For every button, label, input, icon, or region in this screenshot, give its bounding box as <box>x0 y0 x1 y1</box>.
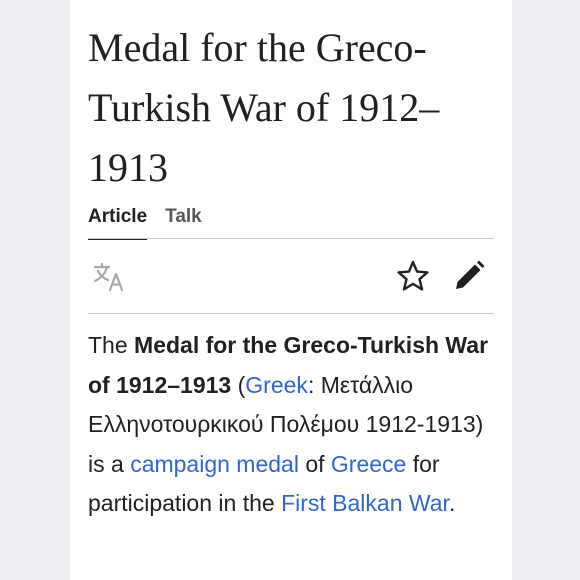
lead-text: of <box>298 450 331 477</box>
page-title: Medal for the Greco-Turkish War of 1912–… <box>88 25 440 190</box>
link-campaign-medal[interactable]: campaign medal <box>130 451 299 477</box>
namespace-tabs: Article Talk <box>88 202 202 240</box>
lead-text: The <box>88 332 135 358</box>
article-lead-paragraph: The Medal for the Greco-Turkish War of 1… <box>88 326 498 524</box>
lead-text: ( <box>231 371 246 398</box>
link-first-balkan-war[interactable]: First Balkan War <box>281 490 449 516</box>
toolbar-divider <box>88 313 494 314</box>
tabs-divider <box>88 238 494 239</box>
link-greece[interactable]: Greece <box>331 451 406 477</box>
translate-icon[interactable] <box>92 260 128 294</box>
link-greek[interactable]: Greek <box>245 372 308 398</box>
tab-article[interactable]: Article <box>88 202 148 240</box>
lead-text: . <box>448 490 456 516</box>
article-page: Medal for the Greco-Turkish War of 1912–… <box>70 0 512 580</box>
edit-pencil-icon[interactable] <box>451 258 487 294</box>
tab-talk[interactable]: Talk <box>165 202 202 238</box>
star-icon[interactable] <box>395 258 431 294</box>
